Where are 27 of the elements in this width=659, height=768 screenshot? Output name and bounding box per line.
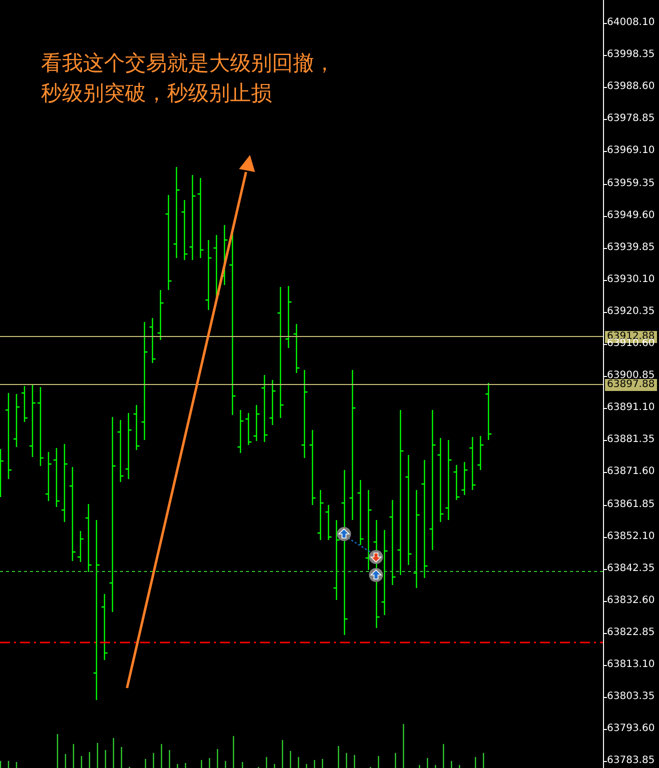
price-tick-label: 63881.35 (607, 434, 655, 446)
price-tick-label: 63978.85 (607, 113, 655, 125)
price-tick-label: 63793.60 (607, 723, 655, 735)
price-tick-label: 63803.35 (607, 691, 655, 703)
price-tick-label: 63920.35 (607, 306, 655, 318)
price-tick-label: 63891.10 (607, 402, 655, 414)
price-tick-label: 63959.35 (607, 178, 655, 190)
price-tick-label: 63783.85 (607, 755, 655, 767)
dotted-connector-line (348, 538, 372, 554)
price-tick-label: 63930.10 (607, 274, 655, 286)
price-tick-label: 63969.10 (607, 145, 655, 157)
price-tick-label: 63998.35 (607, 49, 655, 61)
price-tick-label: 63949.60 (607, 210, 655, 222)
price-tick-label: 63852.10 (607, 531, 655, 543)
annotation-text: 秒级别突破，秒级别止损 (41, 80, 273, 106)
price-tick-label: 63822.85 (607, 627, 655, 639)
annotation-text: 看我这个交易就是大级别回撤， (41, 50, 335, 76)
price-tick-label: 63988.60 (607, 81, 655, 93)
price-tick-label: 63871.60 (607, 466, 655, 478)
price-level-label: 63897.88 (605, 378, 657, 390)
price-tick-label: 63861.85 (607, 499, 655, 511)
price-tick-label: 63900.85 (607, 370, 655, 381)
price-tick-label: 64008.10 (607, 17, 655, 29)
price-tick-label: 63939.85 (607, 242, 655, 254)
price-tick-label: 63842.35 (607, 563, 655, 575)
price-tick-label: 63832.60 (607, 595, 655, 607)
price-tick-label: 63813.10 (607, 659, 655, 671)
